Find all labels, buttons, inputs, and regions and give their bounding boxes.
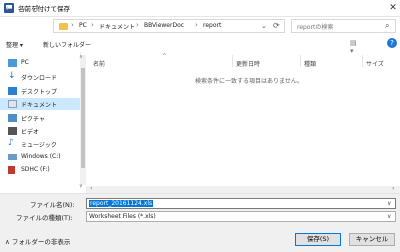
scroll-left-icon[interactable]: ‹ [90,185,92,192]
chevron-down-icon[interactable]: ∨ [387,213,391,220]
breadcrumb-report[interactable]: report [203,22,221,29]
sidebar-item-music[interactable]: ♪ ミュージック [0,138,80,150]
sidebar-item-pictures[interactable]: ピクチャ [0,112,80,124]
sidebar-item-label: ミュージック [21,142,57,149]
cancel-button[interactable]: キャンセル [349,233,395,246]
sidebar-item-pc[interactable]: PC [0,57,80,69]
pc-icon [8,59,17,67]
up-arrow-icon[interactable]: ↑ [32,2,42,16]
close-icon[interactable]: ✕ [388,2,398,14]
scroll-up-icon[interactable]: ∧ [79,54,83,60]
sidebar-item-video[interactable]: ビデオ [0,125,80,137]
breadcrumb-bbviewerdoc[interactable]: BBViewerDoc [144,22,184,29]
back-arrow-icon[interactable]: ← [4,2,14,16]
hide-folders-toggle[interactable]: ∧ フォルダーの非表示 [5,236,70,246]
column-header-size[interactable]: サイズ [366,59,384,68]
sidebar-item-downloads[interactable]: ↓ ダウンロード [0,71,80,83]
filename-value[interactable]: report_20161124.xls [89,200,154,207]
documents-icon [8,100,17,108]
sort-up-icon: ^ [162,53,168,60]
sidebar-item-windows-c[interactable]: Windows (C:) [0,151,80,163]
search-box[interactable]: reportの検索 ⌕ [291,19,396,33]
search-input[interactable]: reportの検索 [297,22,333,31]
breadcrumb-root-chevron[interactable]: › [71,21,74,29]
sidebar-item-desktop[interactable]: デスクトップ [0,85,80,97]
forward-arrow-icon[interactable]: → [18,2,28,16]
horizontal-scrollbar[interactable] [86,186,400,193]
scroll-down-icon[interactable]: ∨ [79,183,83,189]
breadcrumb-separator: › [195,21,198,29]
scroll-right-icon[interactable]: › [392,185,394,192]
sidebar-item-sdhc-f[interactable]: SDHC (F:) [0,164,80,176]
music-icon: ♪ [8,138,14,148]
column-header-name[interactable]: 名前 [93,59,105,68]
sidebar-item-label: ドキュメント [21,102,58,109]
download-icon: ↓ [8,71,16,81]
view-options-icon[interactable]: ▤ ▾ [350,39,362,55]
pictures-icon [8,114,17,122]
column-divider[interactable] [232,55,233,67]
drive-icon [8,154,17,160]
refresh-icon[interactable]: ⟳ [273,21,280,30]
column-header-type[interactable]: 種類 [304,59,316,68]
sidebar-item-label: デスクトップ [21,89,58,96]
file-list[interactable] [87,52,400,189]
sidebar-scroll-thumb[interactable] [81,68,85,168]
column-divider[interactable] [300,55,301,67]
filename-field[interactable]: report_20161124.xls ∨ [86,198,396,209]
column-divider[interactable] [362,55,363,67]
search-icon[interactable]: ⌕ [385,21,389,31]
sidebar-item-label: ピクチャ [21,116,45,123]
video-icon [8,127,17,135]
chevron-down-icon[interactable]: ⌄ [261,22,267,30]
sidebar-item-label: SDHC (F:) [21,166,50,173]
address-bar[interactable]: › PC › ドキュメント › BBViewerDoc › report ⌄ ⟳ [53,19,285,33]
chevron-down-icon[interactable]: ∨ [387,200,391,207]
filetype-select[interactable]: Worksheet Files (*.xls) ∨ [86,211,396,222]
sidebar-item-label: Windows (C:) [21,153,61,160]
column-header-modified[interactable]: 更新日時 [236,59,260,68]
breadcrumb-separator: › [136,21,139,29]
filename-label: ファイル名(N): [30,201,75,209]
desktop-icon [8,87,17,95]
sidebar-item-documents[interactable]: ドキュメント [0,98,80,110]
breadcrumb-documents[interactable]: ドキュメント [99,22,135,31]
new-folder-button[interactable]: 新しいフォルダー [43,40,91,49]
folder-icon [59,23,68,30]
breadcrumb-pc[interactable]: PC [79,22,87,29]
organize-button[interactable]: 整理 ▾ [6,40,23,49]
filetype-label: ファイルの種類(T): [16,214,73,222]
help-icon[interactable]: ? [387,38,397,48]
filetype-value: Worksheet Files (*.xls) [89,213,156,220]
sidebar-item-label: ダウンロード [21,75,58,82]
sd-card-icon [8,166,15,174]
sidebar-item-label: PC [21,59,29,66]
empty-results-message: 検索条件に一致する項目はありません。 [195,78,303,85]
breadcrumb-separator: › [91,21,94,29]
save-button[interactable]: 保存(S) [295,233,341,246]
sidebar-item-label: ビデオ [21,129,40,136]
